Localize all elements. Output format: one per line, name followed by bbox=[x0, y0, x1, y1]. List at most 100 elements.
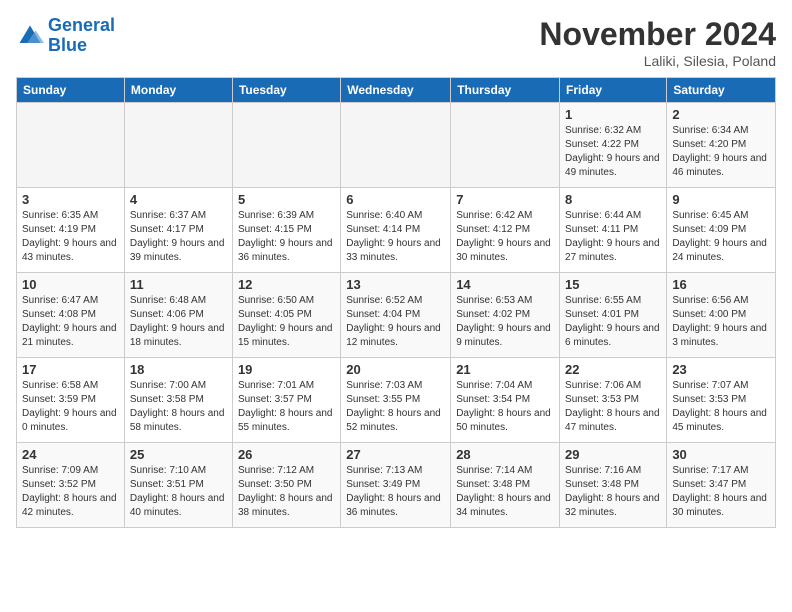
calendar-day-cell: 18 Sunrise: 7:00 AM Sunset: 3:58 PM Dayli… bbox=[124, 358, 232, 443]
logo-blue: Blue bbox=[48, 35, 87, 55]
day-info: Sunrise: 7:01 AM Sunset: 3:57 PM Dayligh… bbox=[238, 379, 335, 435]
calendar-day-cell: 17Sunrise: 6:58 AM Sunset: 3:59 PM Dayli… bbox=[17, 358, 125, 443]
day-info: Sunrise: 6:37 AM Sunset: 4:17 PM Dayligh… bbox=[130, 209, 227, 265]
calendar-day-cell: 21Sunrise: 7:04 AM Sunset: 3:54 PM Dayli… bbox=[451, 358, 560, 443]
calendar-day-cell: 24 Sunrise: 7:09 AM Sunset: 3:52 PM Dayli… bbox=[17, 443, 125, 528]
day-number: 27 bbox=[346, 447, 445, 462]
calendar-day-cell: 3 Sunrise: 6:35 AM Sunset: 4:19 PM Daylig… bbox=[17, 188, 125, 273]
day-number: 30 bbox=[672, 447, 770, 462]
calendar-day-cell: 26 Sunrise: 7:12 AM Sunset: 3:50 PM Dayli… bbox=[232, 443, 340, 528]
calendar-day-cell: 23 Sunrise: 7:07 AM Sunset: 3:53 PM Dayli… bbox=[667, 358, 776, 443]
day-number: 21 bbox=[456, 362, 554, 377]
month-title: November 2024 bbox=[539, 16, 776, 53]
calendar-header-row: SundayMondayTuesdayWednesdayThursdayFrid… bbox=[17, 78, 776, 103]
calendar-day-cell: 25Sunrise: 7:10 AM Sunset: 3:51 PM Dayli… bbox=[124, 443, 232, 528]
day-number: 24 bbox=[22, 447, 119, 462]
calendar-day-cell bbox=[341, 103, 451, 188]
page-header: General Blue November 2024 Laliki, Siles… bbox=[16, 16, 776, 69]
weekday-header: Tuesday bbox=[232, 78, 340, 103]
day-info: Sunrise: 6:45 AM Sunset: 4:09 PM Dayligh… bbox=[672, 209, 770, 265]
day-info: Sunrise: 7:09 AM Sunset: 3:52 PM Dayligh… bbox=[22, 464, 119, 520]
calendar-day-cell: 12Sunrise: 6:50 AM Sunset: 4:05 PM Dayli… bbox=[232, 273, 340, 358]
calendar-day-cell: 8 Sunrise: 6:44 AM Sunset: 4:11 PM Daylig… bbox=[560, 188, 667, 273]
day-info: Sunrise: 6:56 AM Sunset: 4:00 PM Dayligh… bbox=[672, 294, 770, 350]
calendar-day-cell: 4 Sunrise: 6:37 AM Sunset: 4:17 PM Daylig… bbox=[124, 188, 232, 273]
calendar-day-cell: 28Sunrise: 7:14 AM Sunset: 3:48 PM Dayli… bbox=[451, 443, 560, 528]
day-number: 18 bbox=[130, 362, 227, 377]
day-number: 2 bbox=[672, 107, 770, 122]
calendar-table: SundayMondayTuesdayWednesdayThursdayFrid… bbox=[16, 77, 776, 528]
day-number: 6 bbox=[346, 192, 445, 207]
calendar-day-cell: 2 Sunrise: 6:34 AM Sunset: 4:20 PM Daylig… bbox=[667, 103, 776, 188]
day-info: Sunrise: 6:34 AM Sunset: 4:20 PM Dayligh… bbox=[672, 124, 770, 180]
day-number: 20 bbox=[346, 362, 445, 377]
calendar-week-row: 17Sunrise: 6:58 AM Sunset: 3:59 PM Dayli… bbox=[17, 358, 776, 443]
day-info: Sunrise: 6:35 AM Sunset: 4:19 PM Dayligh… bbox=[22, 209, 119, 265]
day-info: Sunrise: 6:44 AM Sunset: 4:11 PM Dayligh… bbox=[565, 209, 661, 265]
day-info: Sunrise: 7:00 AM Sunset: 3:58 PM Dayligh… bbox=[130, 379, 227, 435]
day-number: 26 bbox=[238, 447, 335, 462]
calendar-day-cell: 13 Sunrise: 6:52 AM Sunset: 4:04 PM Dayli… bbox=[341, 273, 451, 358]
day-info: Sunrise: 7:03 AM Sunset: 3:55 PM Dayligh… bbox=[346, 379, 445, 435]
day-number: 16 bbox=[672, 277, 770, 292]
day-number: 19 bbox=[238, 362, 335, 377]
calendar-day-cell bbox=[451, 103, 560, 188]
day-number: 3 bbox=[22, 192, 119, 207]
calendar-day-cell: 20 Sunrise: 7:03 AM Sunset: 3:55 PM Dayli… bbox=[341, 358, 451, 443]
calendar-day-cell: 6Sunrise: 6:40 AM Sunset: 4:14 PM Daylig… bbox=[341, 188, 451, 273]
day-number: 9 bbox=[672, 192, 770, 207]
logo: General Blue bbox=[16, 16, 115, 56]
weekday-header: Sunday bbox=[17, 78, 125, 103]
day-number: 12 bbox=[238, 277, 335, 292]
logo-icon bbox=[16, 22, 44, 50]
day-info: Sunrise: 7:14 AM Sunset: 3:48 PM Dayligh… bbox=[456, 464, 554, 520]
day-info: Sunrise: 7:17 AM Sunset: 3:47 PM Dayligh… bbox=[672, 464, 770, 520]
calendar-day-cell: 30 Sunrise: 7:17 AM Sunset: 3:47 PM Dayli… bbox=[667, 443, 776, 528]
calendar-week-row: 10 Sunrise: 6:47 AM Sunset: 4:08 PM Dayli… bbox=[17, 273, 776, 358]
calendar-day-cell: 5Sunrise: 6:39 AM Sunset: 4:15 PM Daylig… bbox=[232, 188, 340, 273]
logo-text: General Blue bbox=[48, 16, 115, 56]
day-info: Sunrise: 7:07 AM Sunset: 3:53 PM Dayligh… bbox=[672, 379, 770, 435]
logo-general: General bbox=[48, 15, 115, 35]
day-info: Sunrise: 7:12 AM Sunset: 3:50 PM Dayligh… bbox=[238, 464, 335, 520]
day-number: 8 bbox=[565, 192, 661, 207]
day-info: Sunrise: 7:06 AM Sunset: 3:53 PM Dayligh… bbox=[565, 379, 661, 435]
day-number: 17 bbox=[22, 362, 119, 377]
day-info: Sunrise: 6:42 AM Sunset: 4:12 PM Dayligh… bbox=[456, 209, 554, 265]
day-info: Sunrise: 6:39 AM Sunset: 4:15 PM Dayligh… bbox=[238, 209, 335, 265]
day-info: Sunrise: 7:13 AM Sunset: 3:49 PM Dayligh… bbox=[346, 464, 445, 520]
calendar-day-cell bbox=[232, 103, 340, 188]
location: Laliki, Silesia, Poland bbox=[539, 53, 776, 69]
day-number: 29 bbox=[565, 447, 661, 462]
calendar-week-row: 3 Sunrise: 6:35 AM Sunset: 4:19 PM Daylig… bbox=[17, 188, 776, 273]
calendar-day-cell: 22Sunrise: 7:06 AM Sunset: 3:53 PM Dayli… bbox=[560, 358, 667, 443]
day-number: 23 bbox=[672, 362, 770, 377]
weekday-header: Friday bbox=[560, 78, 667, 103]
day-info: Sunrise: 6:52 AM Sunset: 4:04 PM Dayligh… bbox=[346, 294, 445, 350]
day-info: Sunrise: 6:53 AM Sunset: 4:02 PM Dayligh… bbox=[456, 294, 554, 350]
calendar-day-cell: 16 Sunrise: 6:56 AM Sunset: 4:00 PM Dayli… bbox=[667, 273, 776, 358]
calendar-week-row: 1Sunrise: 6:32 AM Sunset: 4:22 PM Daylig… bbox=[17, 103, 776, 188]
day-number: 15 bbox=[565, 277, 661, 292]
weekday-header: Wednesday bbox=[341, 78, 451, 103]
day-info: Sunrise: 6:55 AM Sunset: 4:01 PM Dayligh… bbox=[565, 294, 661, 350]
day-number: 14 bbox=[456, 277, 554, 292]
calendar-day-cell: 15 Sunrise: 6:55 AM Sunset: 4:01 PM Dayli… bbox=[560, 273, 667, 358]
day-info: Sunrise: 6:48 AM Sunset: 4:06 PM Dayligh… bbox=[130, 294, 227, 350]
day-number: 7 bbox=[456, 192, 554, 207]
day-number: 4 bbox=[130, 192, 227, 207]
calendar-day-cell: 7 Sunrise: 6:42 AM Sunset: 4:12 PM Daylig… bbox=[451, 188, 560, 273]
day-info: Sunrise: 7:10 AM Sunset: 3:51 PM Dayligh… bbox=[130, 464, 227, 520]
day-number: 10 bbox=[22, 277, 119, 292]
day-number: 11 bbox=[130, 277, 227, 292]
weekday-header: Monday bbox=[124, 78, 232, 103]
calendar-day-cell: 29Sunrise: 7:16 AM Sunset: 3:48 PM Dayli… bbox=[560, 443, 667, 528]
calendar-day-cell: 11 Sunrise: 6:48 AM Sunset: 4:06 PM Dayli… bbox=[124, 273, 232, 358]
calendar-day-cell bbox=[124, 103, 232, 188]
calendar-week-row: 24 Sunrise: 7:09 AM Sunset: 3:52 PM Dayli… bbox=[17, 443, 776, 528]
day-info: Sunrise: 6:47 AM Sunset: 4:08 PM Dayligh… bbox=[22, 294, 119, 350]
weekday-header: Saturday bbox=[667, 78, 776, 103]
title-block: November 2024 Laliki, Silesia, Poland bbox=[539, 16, 776, 69]
calendar-day-cell: 10 Sunrise: 6:47 AM Sunset: 4:08 PM Dayli… bbox=[17, 273, 125, 358]
day-number: 13 bbox=[346, 277, 445, 292]
